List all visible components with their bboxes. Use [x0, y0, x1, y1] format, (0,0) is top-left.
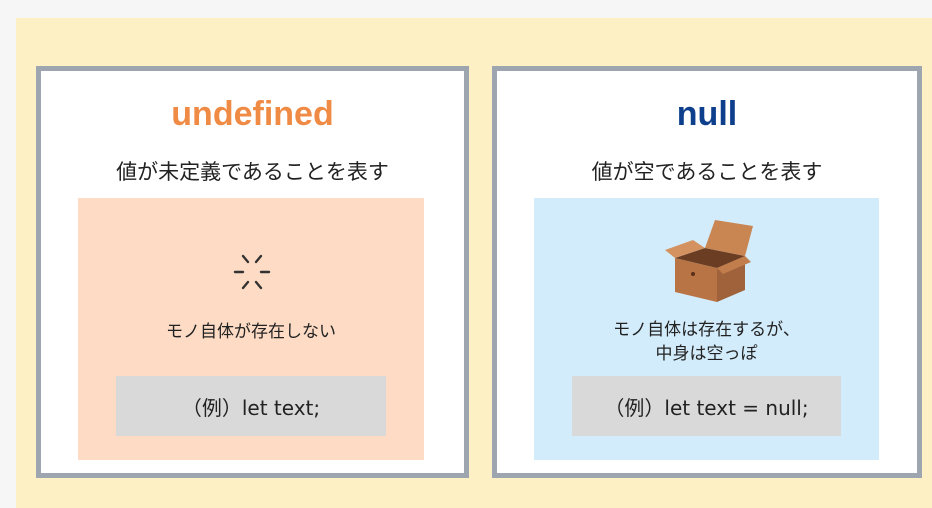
null-title: null: [676, 95, 738, 133]
undefined-panel: モノ自体が存在しない （例）let text;: [78, 198, 424, 460]
diagram-canvas: undefined 値が未定義であることを表す モノ自体が存在しない （例）le…: [16, 18, 932, 508]
undefined-card: undefined 値が未定義であることを表す モノ自体が存在しない （例）le…: [36, 66, 469, 478]
undefined-description: モノ自体が存在しない: [166, 322, 336, 342]
null-code-example: （例）let text = null;: [572, 376, 841, 436]
null-card: null 値が空であることを表す モノ自体は存在するが、 中身は空っぽ （例）l…: [492, 66, 922, 478]
undefined-subtitle: 値が未定義であることを表す: [116, 160, 389, 184]
null-panel: モノ自体は存在するが、 中身は空っぽ （例）let text = null;: [534, 198, 879, 460]
sparkle-icon: [233, 254, 271, 290]
empty-box-icon-wrap: [534, 216, 879, 308]
sparkle-icon-wrap: [78, 248, 424, 298]
empty-box-icon: [664, 220, 753, 302]
undefined-code-example: （例）let text;: [116, 376, 386, 436]
undefined-title: undefined: [171, 95, 334, 133]
null-description-line1: モノ自体は存在するが、: [613, 320, 800, 340]
null-subtitle: 値が空であることを表す: [591, 160, 823, 184]
null-description-line2: 中身は空っぽ: [655, 344, 758, 364]
